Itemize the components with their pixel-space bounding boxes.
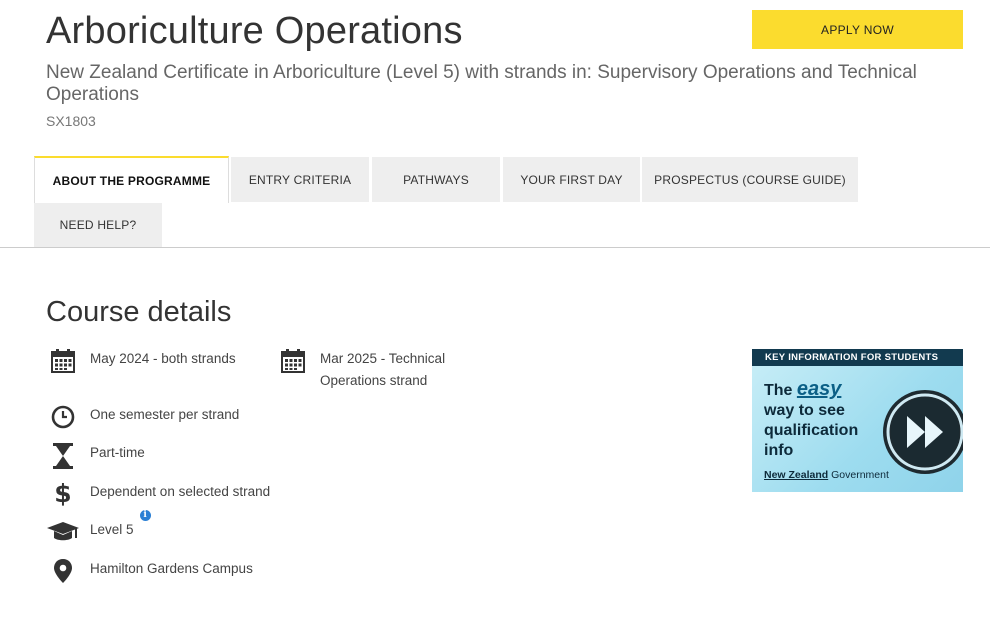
banner-text-line: qualification <box>764 422 859 439</box>
banner-tagline: The easy way to see qualification info <box>764 379 884 461</box>
apply-now-button[interactable]: APPLY NOW <box>752 10 963 49</box>
study-mode-text: Part-time <box>90 445 145 460</box>
start-date-item: Mar 2025 - Technical Operations strand <box>276 348 445 392</box>
tab-label: NEED HELP? <box>59 218 137 232</box>
calendar-icon <box>276 348 310 376</box>
tab-label: ABOUT THE PROGRAMME <box>52 173 211 188</box>
location-pin-icon <box>46 558 80 586</box>
page-title: Arboriculture Operations <box>46 10 463 52</box>
course-details-heading: Course details <box>46 296 232 328</box>
tab-label: PROSPECTUS (COURSE GUIDE) <box>654 172 846 187</box>
start-date-text: Mar 2025 - Technical Operations strand <box>320 348 445 392</box>
dollar-icon: $ <box>54 479 72 508</box>
qualification-subtitle: New Zealand Certificate in Arboriculture… <box>46 62 917 105</box>
fees-item: $ Dependent on selected strand <box>46 481 270 509</box>
campus-item: Hamilton Gardens Campus <box>46 558 253 586</box>
fees-text: Dependent on selected strand <box>90 484 271 499</box>
tab-need-help[interactable]: NEED HELP? <box>34 203 162 247</box>
banner-text-line: way to see <box>764 402 845 419</box>
start-date-line: Operations strand <box>320 373 428 388</box>
fast-forward-icon <box>883 390 963 474</box>
key-information-banner[interactable]: KEY INFORMATION FOR STUDENTS The easy wa… <box>752 349 963 492</box>
hourglass-icon <box>46 442 80 470</box>
tab-entry-criteria[interactable]: ENTRY CRITERIA <box>231 157 369 202</box>
graduation-cap-icon <box>46 519 80 547</box>
nz-government-logo: New Zealand Government <box>764 469 889 481</box>
clock-icon <box>46 404 80 432</box>
tab-prospectus[interactable]: PROSPECTUS (COURSE GUIDE) <box>642 157 858 202</box>
banner-text-the: The <box>764 382 797 399</box>
banner-text-easy: easy <box>796 378 842 400</box>
info-icon[interactable]: i <box>139 510 151 521</box>
tab-label: YOUR FIRST DAY <box>520 172 623 187</box>
duration-item: One semester per strand <box>46 404 239 432</box>
tab-divider <box>0 247 990 248</box>
banner-heading: KEY INFORMATION FOR STUDENTS <box>752 349 963 366</box>
banner-text-line: info <box>764 442 794 459</box>
programme-code: SX1803 <box>46 113 96 129</box>
tab-pathways[interactable]: PATHWAYS <box>372 157 500 202</box>
start-date-line: Mar 2025 - Technical <box>320 351 446 366</box>
gov-name: New Zealand <box>764 469 829 481</box>
tab-label: ENTRY CRITERIA <box>248 172 352 187</box>
level-item: Level 5 i <box>46 510 151 547</box>
start-date-item: May 2024 - both strands <box>46 348 236 376</box>
calendar-icon <box>46 348 80 376</box>
tab-about-the-programme[interactable]: ABOUT THE PROGRAMME <box>34 156 229 203</box>
campus-text: Hamilton Gardens Campus <box>90 561 253 576</box>
level-text: Level 5 <box>90 522 134 537</box>
tab-label: PATHWAYS <box>403 172 469 187</box>
start-date-text: May 2024 - both strands <box>90 351 236 366</box>
tab-your-first-day[interactable]: YOUR FIRST DAY <box>503 157 640 202</box>
duration-text: One semester per strand <box>90 407 240 422</box>
study-mode-item: Part-time <box>46 442 145 470</box>
